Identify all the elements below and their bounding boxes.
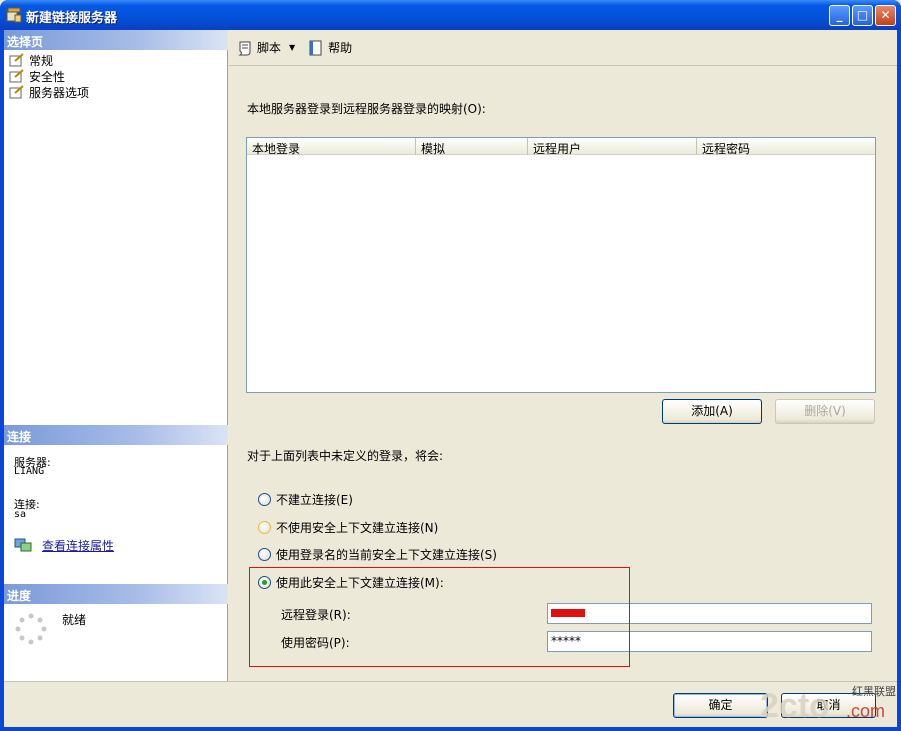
watermark-site: 红黑联盟 — [852, 685, 896, 698]
toolbar-separator — [301, 41, 302, 55]
delete-button[interactable]: 删除(V) — [775, 399, 875, 424]
progress-spinner-icon — [15, 613, 47, 645]
select-page-header: 选择页 — [4, 30, 228, 50]
window-title: 新建链接服务器 — [26, 11, 118, 26]
nav-item-server-options[interactable]: 服务器选项 — [9, 84, 89, 100]
radio-button[interactable] — [258, 521, 271, 534]
toolbar: 脚本 ▼ 帮助 — [229, 30, 897, 66]
column-header-remote-user[interactable]: 远程用户 — [528, 138, 697, 156]
script-button[interactable]: 脚本 ▼ — [237, 39, 295, 56]
chevron-down-icon[interactable]: ▼ — [289, 43, 295, 52]
nav-item-general[interactable]: 常规 — [9, 52, 53, 68]
connection-header: 连接 — [4, 425, 228, 445]
server-value: LIANG — [14, 466, 45, 477]
watermark-suffix: .com — [846, 701, 885, 721]
grid-header: 本地登录 模拟 远程用户 远程密码 — [247, 138, 875, 156]
column-header-impersonate[interactable]: 模拟 — [416, 138, 528, 156]
connection-properties-icon — [14, 538, 32, 552]
maximize-button[interactable]: □ — [852, 5, 873, 26]
nav-item-label: 常规 — [29, 53, 54, 68]
watermark-text: 2cto — [760, 687, 830, 723]
view-connection-properties-link[interactable]: 查看连接属性 — [42, 537, 114, 554]
radio-button[interactable] — [258, 493, 271, 506]
radio-button[interactable] — [258, 548, 271, 561]
script-icon — [238, 41, 251, 55]
linked-server-icon — [6, 7, 22, 23]
left-pane: 选择页 常规 安全性 服务器选项 连接 服务器: LIANG 连接: sa 查看… — [4, 30, 228, 681]
help-label: 帮助 — [328, 41, 353, 55]
progress-header: 进度 — [4, 584, 228, 604]
help-icon — [309, 40, 322, 55]
close-button[interactable]: ✕ — [875, 5, 896, 26]
option-current-security-context[interactable]: 使用登录名的当前安全上下文建立连接(S) — [258, 546, 497, 563]
watermark-logo: 2cto .com 红黑联盟 — [760, 685, 896, 723]
add-button[interactable]: 添加(A) — [662, 399, 762, 424]
script-label: 脚本 — [257, 41, 282, 55]
nav-item-label: 服务器选项 — [29, 85, 90, 100]
page-icon — [9, 85, 24, 99]
connection-value: sa — [14, 509, 27, 520]
undefined-logins-label: 对于上面列表中未定义的登录，将会: — [247, 449, 444, 463]
column-header-local-login[interactable]: 本地登录 — [247, 138, 416, 156]
mapping-label: 本地服务器登录到远程服务器登录的映射(O): — [247, 102, 486, 116]
page-icon — [9, 69, 24, 83]
title-bar[interactable]: 新建链接服务器 _ □ ✕ — [0, 0, 901, 30]
dialog-window: 新建链接服务器 _ □ ✕ 选择页 常规 安全性 服务器选项 连接 服务器: L… — [0, 0, 901, 731]
option-no-security-context[interactable]: 不使用安全上下文建立连接(N) — [258, 519, 438, 536]
column-header-remote-password[interactable]: 远程密码 — [697, 138, 875, 156]
minimize-button[interactable]: _ — [829, 5, 850, 26]
dialog-client: 选择页 常规 安全性 服务器选项 连接 服务器: LIANG 连接: sa 查看… — [4, 30, 897, 727]
option-label: 使用登录名的当前安全上下文建立连接(S) — [276, 548, 497, 562]
right-pane: 脚本 ▼ 帮助 本地服务器登录到远程服务器登录的映射(O): 本地登录 模拟 远… — [229, 30, 897, 681]
highlight-annotation — [249, 567, 630, 667]
nav-item-label: 安全性 — [29, 69, 66, 84]
help-button[interactable]: 帮助 — [308, 39, 352, 56]
option-label: 不使用安全上下文建立连接(N) — [276, 521, 439, 535]
option-no-connection[interactable]: 不建立连接(E) — [258, 491, 353, 508]
option-label: 不建立连接(E) — [276, 493, 353, 507]
nav-item-security[interactable]: 安全性 — [9, 68, 65, 84]
login-mapping-grid[interactable]: 本地登录 模拟 远程用户 远程密码 — [246, 137, 876, 393]
page-icon — [9, 53, 24, 67]
progress-status: 就绪 — [62, 613, 87, 627]
ok-button[interactable]: 确定 — [673, 693, 768, 718]
